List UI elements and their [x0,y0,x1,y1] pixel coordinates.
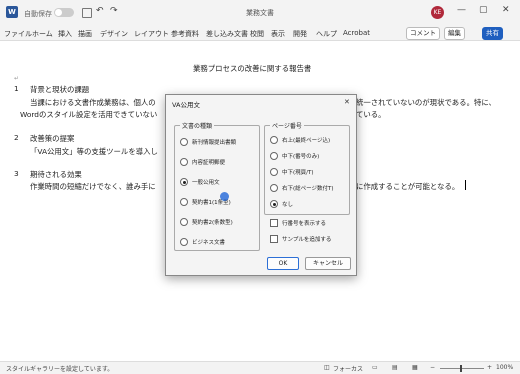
save-icon[interactable] [82,8,92,18]
mouse-pointer-icon [220,192,229,201]
section-heading: 改善策の提案 [30,134,75,143]
page-number-option: 中下(現頁/T) [282,170,314,176]
section-heading: 期待される効果 [30,170,82,179]
page-number-option: 中下(番号のみ) [282,154,320,160]
section-number: 2 [14,133,19,142]
zoom-in-icon[interactable]: + [487,364,492,371]
tab-view[interactable]: 表示 [271,29,285,39]
paragraph-mark: ↵ [14,75,20,82]
va-kouyoubun-dialog: VA公用文 ✕ 文書の種類 新刊情報提出書類 内容証明郵便 一般公用文 契約書1… [165,94,357,276]
body-text: 「VA公用文」等の支援ツールを導入し [30,147,158,156]
tab-layout[interactable]: レイアウト [134,29,169,39]
body-text: 当課における文書作成業務は、個人の [30,98,156,107]
doc-heading: 業務プロセスの改善に関する報告書 [193,64,312,73]
read-mode-icon[interactable]: ▭ [372,364,378,371]
ok-button[interactable]: OK [267,257,299,270]
edit-mode-button[interactable]: 編集 [444,27,465,40]
doc-type-radio[interactable] [180,238,188,246]
comment-button[interactable]: コメント [406,27,440,40]
autosave-toggle[interactable] [54,8,74,17]
toggle-knob [55,9,62,16]
page-number-radio[interactable] [270,168,278,176]
zoom-level[interactable]: 100% [496,364,513,371]
tab-home[interactable]: ホーム [32,29,53,39]
undo-icon[interactable]: ↶ [96,6,104,16]
line-number-label: 行番号を表示する [282,221,327,227]
tab-acrobat[interactable]: Acrobat [343,29,370,37]
web-layout-icon[interactable]: ▦ [412,364,418,371]
status-message: スタイルギャラリーを設定しています。 [6,366,114,373]
doc-type-radio[interactable] [180,198,188,206]
page-number-radio[interactable] [270,152,278,160]
doc-type-option: 内容証明郵便 [192,160,226,166]
page-number-radio-selected[interactable] [270,200,278,208]
close-window-button[interactable]: ✕ [502,5,510,15]
minimize-button[interactable]: — [457,5,466,15]
doc-title: 業務文書 [246,9,274,17]
doc-type-radio[interactable] [180,218,188,226]
tab-references[interactable]: 参考資料 [171,29,199,39]
body-text: 作業時間の短縮だけでなく、誰み手に [30,182,156,191]
doc-type-option: ビジネス文書 [192,240,226,246]
doc-type-radio[interactable] [180,158,188,166]
doc-type-radio[interactable] [180,138,188,146]
zoom-out-icon[interactable]: − [430,364,435,371]
print-layout-icon[interactable]: ▤ [392,364,398,371]
dialog-close-button[interactable]: ✕ [344,98,350,106]
word-app-icon: W [6,6,18,18]
tab-insert[interactable]: 挿入 [58,29,72,39]
section-heading: 背景と現状の課題 [30,85,90,94]
doc-type-option: 契約書2(条数型) [192,220,233,226]
page-number-label: ページ番号 [270,121,304,130]
doc-type-option: 新刊情報提出書類 [192,140,237,146]
text-cursor [465,180,466,190]
page-number-radio[interactable] [270,136,278,144]
zoom-slider[interactable] [440,368,484,369]
line-number-checkbox[interactable] [270,219,278,227]
section-number: 3 [14,169,19,178]
tab-help[interactable]: ヘルプ [316,29,337,39]
doc-type-radio-selected[interactable] [180,178,188,186]
page-number-radio[interactable] [270,184,278,192]
zoom-slider-thumb[interactable] [460,365,462,372]
tab-file[interactable]: ファイル [4,29,32,39]
page-number-option: 右下(総ページ数付T) [282,186,334,192]
share-button[interactable]: 共有 [482,27,503,40]
doc-type-option: 一般公用文 [192,180,220,186]
tab-review[interactable]: 校閲 [250,29,264,39]
focus-button[interactable]: フォーカス [333,364,363,373]
status-bar: スタイルギャラリーを設定しています。 ◫ フォーカス ▭ ▤ ▦ − + 100… [0,361,520,374]
focus-icon[interactable]: ◫ [324,364,330,371]
maximize-button[interactable]: ▢ [479,5,488,15]
body-text: ている。 [356,110,386,119]
sample-label: サンプルを追加する [282,237,332,243]
doc-type-label: 文書の種類 [180,121,215,130]
tab-mailings[interactable]: 差し込み文書 [206,29,248,39]
ribbon-tabs: ファイル ホーム 挿入 描画 デザイン レイアウト 参考資料 差し込み文書 校閲… [0,26,520,41]
body-text: に作成することが可能となる。 [356,182,460,191]
tab-draw[interactable]: 描画 [78,29,92,39]
redo-icon[interactable]: ↷ [110,6,118,16]
page-number-option: 右上(最終ページ込) [282,138,331,144]
autosave-label: 自動保存 [24,10,52,18]
body-text: 統一されていないのが現状である。特に、 [356,98,496,107]
tab-developer[interactable]: 開発 [293,29,307,39]
body-text: Wordのスタイル設定を活用できていない [20,110,158,119]
avatar[interactable]: KE [431,6,444,19]
dialog-title: VA公用文 [172,101,200,109]
page-number-option: なし [282,202,294,208]
section-number: 1 [14,84,19,93]
tab-design[interactable]: デザイン [100,29,128,39]
cancel-button[interactable]: キャンセル [305,257,351,270]
title-bar: W 自動保存 ↶ ↷ 業務文書 KE — ▢ ✕ [0,0,520,26]
sample-checkbox[interactable] [270,235,278,243]
